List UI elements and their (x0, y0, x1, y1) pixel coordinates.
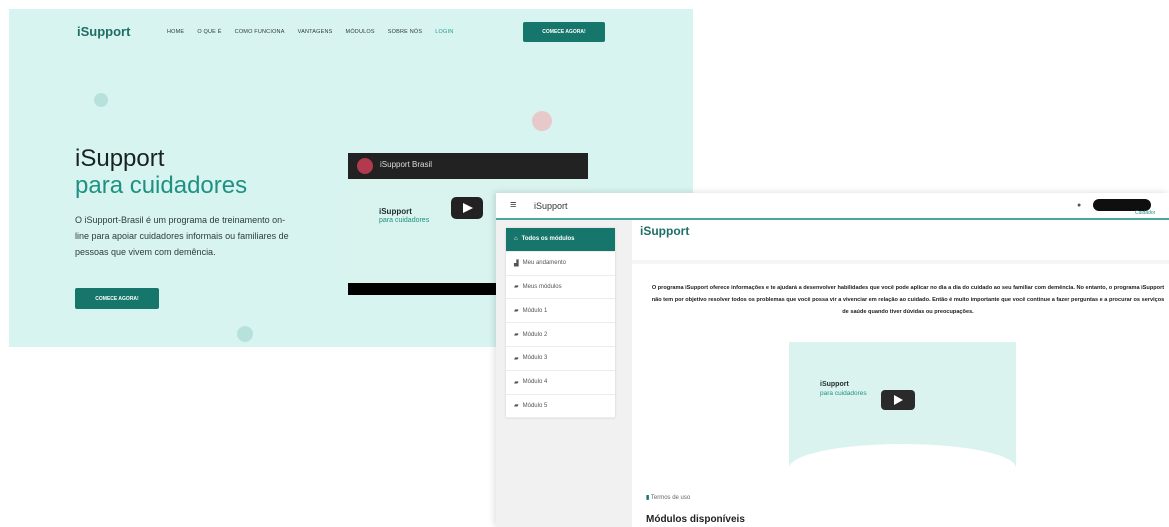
sidebar-item-label: Meu andamento (522, 260, 566, 267)
preview-wave (789, 444, 1016, 476)
sidebar-item-todos-os-modulos[interactable]: ⌂ Todos os módulos (506, 228, 615, 252)
sidebar-item-modulo-2[interactable]: ▰ Módulo 2 (506, 323, 615, 347)
hero-start-now-button[interactable]: COMECE AGORA! (75, 288, 159, 309)
preview-logo: iSupport (820, 381, 849, 388)
main-content: iSupport O programa iSupport oferece inf… (632, 220, 1169, 527)
sidebar-item-modulo-1[interactable]: ▰ Módulo 1 (506, 299, 615, 324)
hero-title: iSupport (75, 145, 165, 172)
sidebar-item-modulo-5[interactable]: ▰ Módulo 5 (506, 395, 615, 419)
preview-subtitle: para cuidadores (820, 390, 867, 397)
hero-description: O iSupport-Brasil é um programa de trein… (75, 215, 289, 257)
graduation-cap-icon: ▰ (514, 403, 519, 410)
sidebar-menu: ⌂ Todos os módulos ▟ Meu andamento ▰ Meus m… (506, 228, 615, 419)
sidebar-item-meus-modulos[interactable]: ▰ Meus módulos (506, 276, 615, 300)
graduation-cap-icon: ▰ (514, 355, 519, 362)
document-icon: ▮ (646, 495, 650, 501)
sidebar-item-label: Módulo 2 (522, 331, 548, 338)
app-topbar: ≡ iSupport ● Cuidador (496, 193, 1169, 220)
sidebar-item-modulo-4[interactable]: ▰ Módulo 4 (506, 371, 615, 395)
user-role: Cuidador (1135, 210, 1156, 216)
content-title: iSupport (640, 224, 690, 238)
graduation-cap-icon: ▰ (514, 332, 519, 339)
video-thumb-subtitle: para cuidadores (379, 217, 430, 224)
sidebar-item-label: Módulo 3 (522, 355, 548, 362)
hero-subtitle: para cuidadores (75, 172, 248, 199)
home-icon: ⌂ (514, 236, 518, 243)
sidebar: ⌂ Todos os módulos ▟ Meu andamento ▰ Meus m… (496, 220, 632, 527)
sidebar-item-modulo-3[interactable]: ▰ Módulo 3 (506, 347, 615, 371)
decor-dot (237, 326, 253, 342)
terms-link[interactable]: ▮ Termos de uso (646, 494, 690, 501)
play-icon[interactable] (451, 197, 483, 219)
landing-navbar: iSupport HOME O QUE É COMO FUNCIONA VANT… (9, 9, 693, 57)
video-title: iSupport Brasil (380, 160, 433, 169)
sidebar-item-meu-andamento[interactable]: ▟ Meu andamento (506, 252, 615, 276)
decor-dot (532, 111, 552, 131)
sidebar-item-label: Todos os módulos (521, 236, 575, 243)
video-thumb-logo: iSupport (379, 207, 412, 216)
channel-avatar (357, 158, 373, 174)
video-preview[interactable]: iSupport para cuidadores (789, 342, 1016, 476)
video-header: iSupport Brasil (348, 153, 588, 179)
sidebar-item-label: Meus módulos (522, 283, 562, 290)
chart-icon: ▟ (514, 260, 519, 267)
user-icon: ● (1077, 202, 1082, 209)
graduation-cap-icon: ▰ (514, 284, 519, 291)
nav-sobre-nos[interactable]: SOBRE NÓS (388, 29, 423, 35)
nav-vantagens[interactable]: VANTAGENS (298, 29, 333, 35)
intro-card: O programa iSupport oferece informações … (632, 264, 1169, 527)
graduation-cap-icon: ▰ (514, 379, 519, 386)
graduation-cap-icon: ▰ (514, 308, 519, 315)
nav-o-que-e[interactable]: O QUE É (197, 29, 221, 35)
landing-logo[interactable]: iSupport (77, 24, 130, 39)
decor-dot (94, 93, 108, 107)
sidebar-item-label: Módulo 1 (522, 307, 548, 314)
hamburger-icon[interactable]: ≡ (510, 199, 516, 211)
intro-text: O programa iSupport oferece informações … (651, 285, 1165, 315)
nav-como-funciona[interactable]: COMO FUNCIONA (235, 29, 285, 35)
play-icon[interactable] (881, 390, 915, 410)
terms-label: Termos de uso (650, 495, 691, 501)
content-header: iSupport (632, 220, 1169, 260)
app-name[interactable]: iSupport (534, 201, 568, 211)
nav-home[interactable]: HOME (167, 29, 184, 35)
nav-login[interactable]: LOGIN (435, 29, 453, 35)
sidebar-item-label: Módulo 5 (522, 402, 548, 409)
nav-start-now-button[interactable]: COMECE AGORA! (523, 22, 605, 42)
app-window: ≡ iSupport ● Cuidador ⌂ Todos os módulos … (496, 193, 1169, 527)
landing-nav-menu: HOME O QUE É COMO FUNCIONA VANTAGENS MÓD… (167, 29, 453, 35)
modules-heading: Módulos disponíveis (646, 514, 745, 525)
nav-modulos[interactable]: MÓDULOS (346, 29, 375, 35)
sidebar-item-label: Módulo 4 (522, 379, 548, 386)
user-menu[interactable]: ● Cuidador (1069, 197, 1169, 217)
